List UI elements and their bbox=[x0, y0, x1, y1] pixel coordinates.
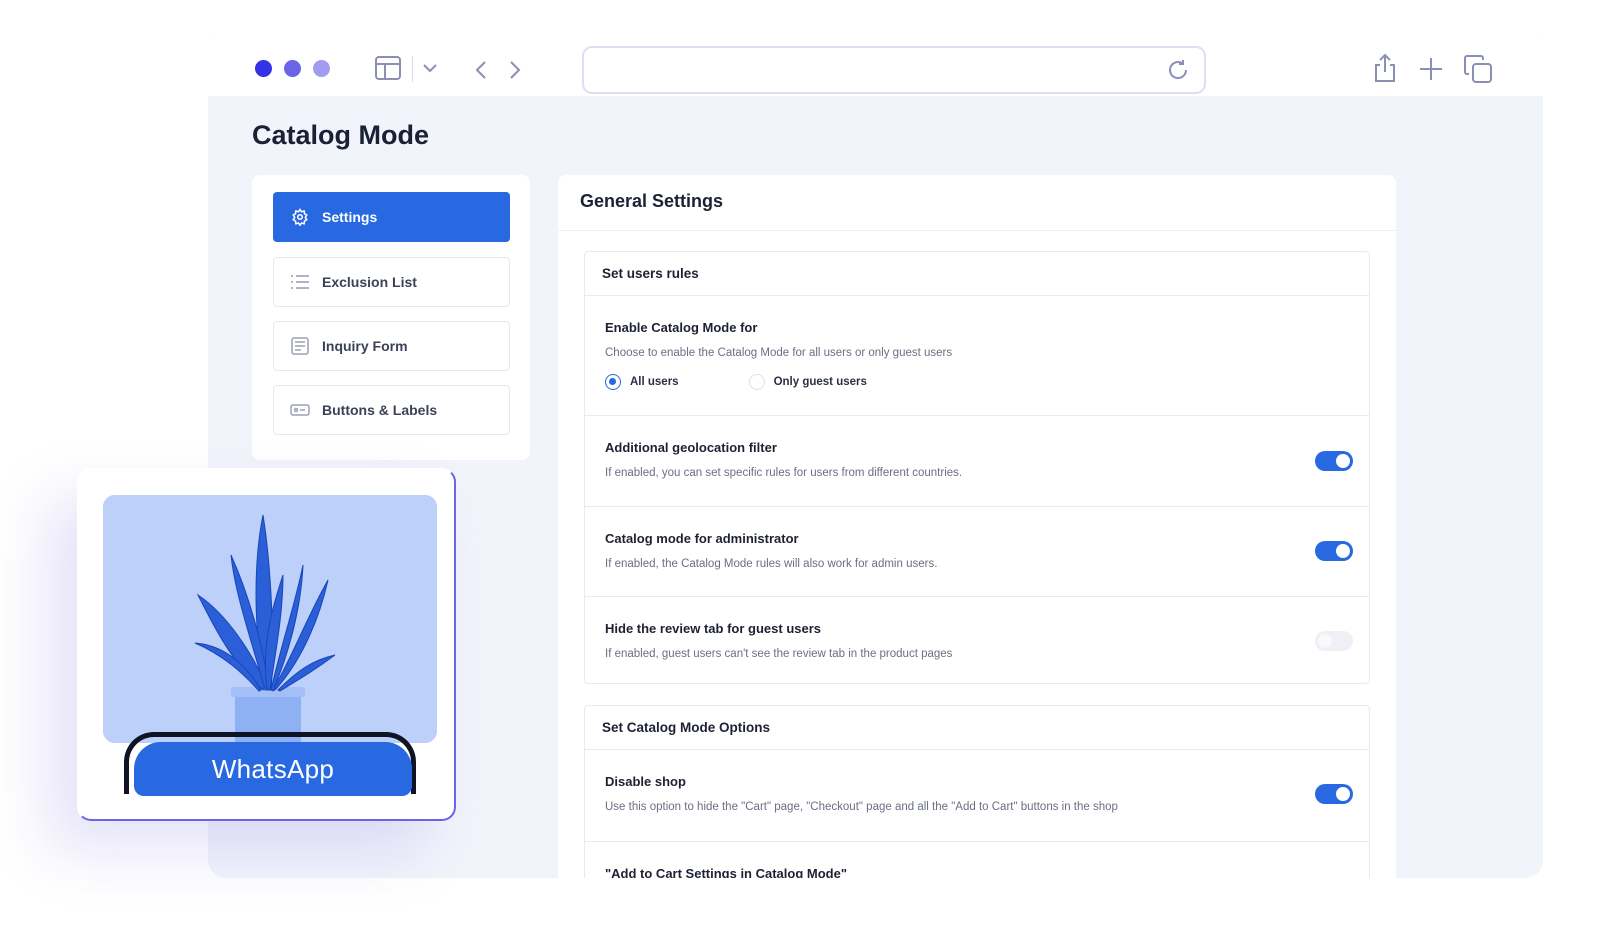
plant-image bbox=[103, 495, 437, 743]
button-icon bbox=[290, 400, 310, 420]
gear-icon bbox=[290, 207, 310, 227]
sidenav-item-buttons-labels[interactable]: Buttons & Labels bbox=[273, 385, 510, 435]
setting-description: Use this option to hide the "Cart" page,… bbox=[605, 801, 1118, 813]
sidenav-item-inquiry-form[interactable]: Inquiry Form bbox=[273, 321, 510, 371]
radio-all-users[interactable]: All users bbox=[605, 374, 679, 390]
list-icon bbox=[290, 272, 310, 292]
address-bar[interactable] bbox=[582, 46, 1206, 94]
whatsapp-button[interactable]: WhatsApp bbox=[134, 742, 412, 796]
setting-title: Disable shop bbox=[605, 774, 686, 789]
catalog-options-section: Set Catalog Mode Options Disable shop Us… bbox=[584, 705, 1370, 878]
enable-catalog-mode-row: Enable Catalog Mode for Choose to enable… bbox=[585, 296, 1369, 416]
share-icon[interactable] bbox=[1372, 52, 1398, 84]
setting-title: "Add to Cart Settings in Catalog Mode" bbox=[605, 866, 847, 878]
new-tab-icon[interactable] bbox=[1418, 56, 1444, 82]
add-to-cart-settings-row: "Add to Cart Settings in Catalog Mode" bbox=[585, 842, 1369, 878]
section-heading: Set Catalog Mode Options bbox=[585, 706, 1369, 750]
form-icon bbox=[290, 336, 310, 356]
sidenav-item-label: Inquiry Form bbox=[322, 338, 408, 354]
setting-description: If enabled, the Catalog Mode rules will … bbox=[605, 558, 938, 570]
setting-title: Hide the review tab for guest users bbox=[605, 621, 822, 636]
user-scope-radio-group: All users Only guest users bbox=[605, 374, 937, 390]
radio-label: Only guest users bbox=[773, 376, 867, 388]
radio-circle[interactable] bbox=[748, 374, 765, 390]
general-settings-panel: General Settings Set users rules Enable … bbox=[558, 175, 1396, 878]
panel-title: General Settings bbox=[580, 191, 724, 211]
panel-header: General Settings bbox=[558, 175, 1396, 231]
sidenav-item-label: Settings bbox=[322, 209, 378, 225]
radio-only-guest-users[interactable]: Only guest users bbox=[748, 374, 867, 390]
reload-icon[interactable] bbox=[1166, 58, 1190, 87]
window-minimize-dot[interactable] bbox=[284, 60, 301, 77]
setting-description: If enabled, guest users can't see the re… bbox=[605, 648, 953, 660]
page-title: Catalog Mode bbox=[252, 120, 430, 150]
window-zoom-dot[interactable] bbox=[313, 60, 330, 77]
disable-shop-row: Disable shop Use this option to hide the… bbox=[585, 750, 1369, 842]
sidenav-item-exclusion-list[interactable]: Exclusion List bbox=[273, 257, 510, 307]
back-arrow-icon[interactable] bbox=[474, 60, 488, 80]
disable-shop-toggle[interactable] bbox=[1315, 784, 1353, 804]
settings-sidenav: Settings Exclusion List Inquiry Form But… bbox=[252, 175, 530, 460]
setting-description: If enabled, you can set specific rules f… bbox=[605, 467, 963, 479]
sidenav-item-settings[interactable]: Settings bbox=[273, 192, 510, 242]
tabs-overview-icon[interactable] bbox=[1463, 54, 1493, 84]
setting-title: Additional geolocation filter bbox=[605, 440, 777, 455]
browser-toolbar bbox=[208, 28, 1543, 96]
radio-circle[interactable] bbox=[605, 374, 621, 390]
admin-catalog-mode-row: Catalog mode for administrator If enable… bbox=[585, 507, 1369, 597]
sidenav-item-label: Exclusion List bbox=[322, 274, 417, 290]
forward-arrow-icon[interactable] bbox=[508, 60, 522, 80]
geolocation-toggle[interactable] bbox=[1315, 451, 1353, 471]
radio-label: All users bbox=[630, 376, 679, 388]
setting-title: Catalog mode for administrator bbox=[605, 531, 799, 546]
toolbar-divider bbox=[412, 56, 413, 82]
administrator-toggle[interactable] bbox=[1315, 541, 1353, 561]
whatsapp-preview-card: WhatsApp bbox=[77, 468, 456, 821]
window-close-dot[interactable] bbox=[255, 60, 272, 77]
review-tab-toggle[interactable] bbox=[1315, 631, 1353, 651]
section-heading: Set users rules bbox=[585, 252, 1369, 296]
geolocation-filter-row: Additional geolocation filter If enabled… bbox=[585, 416, 1369, 507]
sidebar-toggle-icon[interactable] bbox=[374, 54, 402, 82]
sidenav-item-label: Buttons & Labels bbox=[322, 402, 438, 418]
setting-title: Enable Catalog Mode for bbox=[605, 320, 758, 335]
hide-review-tab-row: Hide the review tab for guest users If e… bbox=[585, 597, 1369, 683]
setting-description: Choose to enable the Catalog Mode for al… bbox=[605, 347, 953, 359]
users-rules-section: Set users rules Enable Catalog Mode for … bbox=[584, 251, 1370, 684]
chevron-down-icon[interactable] bbox=[422, 62, 438, 74]
